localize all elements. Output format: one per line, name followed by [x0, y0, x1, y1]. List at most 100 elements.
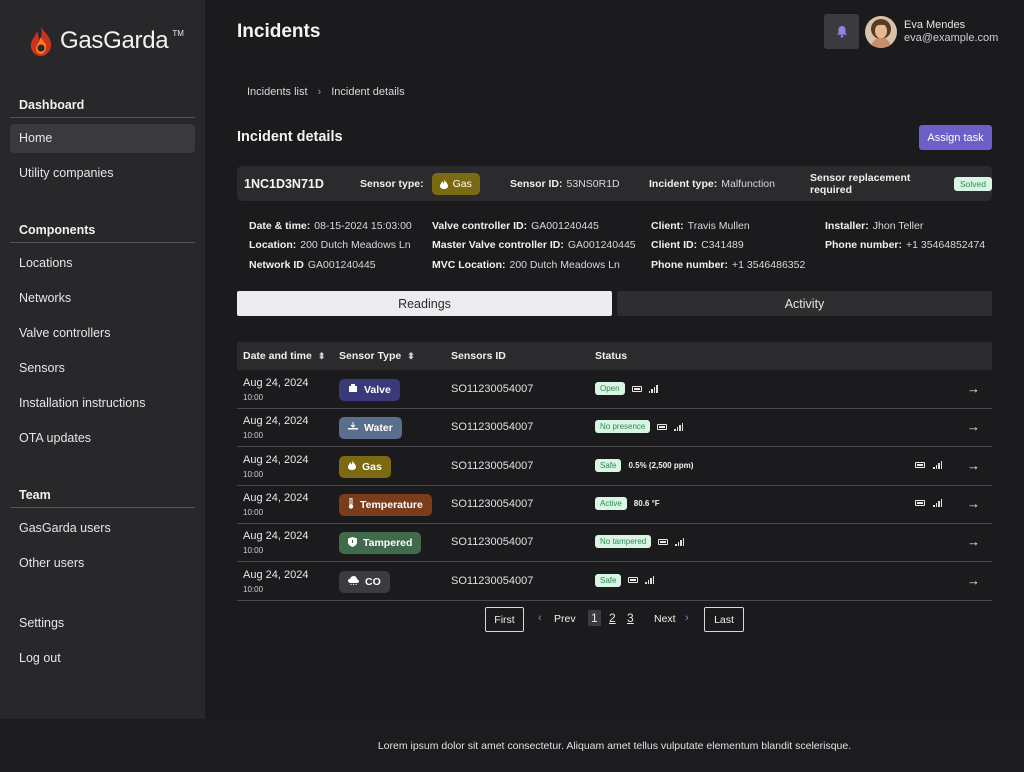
detail-value: C341489 — [701, 239, 744, 251]
tab-readings[interactable]: Readings — [237, 291, 612, 316]
thermometer-icon — [348, 497, 354, 512]
sidebar-item-gasgarda-users[interactable]: GasGarda users — [10, 514, 195, 543]
arrow-right-icon[interactable]: → — [967, 419, 980, 434]
sidebar-item-log-out[interactable]: Log out — [10, 644, 195, 673]
arrow-right-icon[interactable]: → — [967, 496, 980, 511]
table-row[interactable]: Aug 24, 2024 10:00 Temperature SO1123005400… — [237, 486, 992, 524]
detail-master-valve: Master Valve controller ID: GA001240445 — [432, 239, 636, 251]
column-sensor-type[interactable]: Sensor Type ⬍ — [339, 342, 415, 370]
detail-valve: Valve controller ID: GA001240445 — [432, 220, 599, 232]
breadcrumb-incidents-list[interactable]: Incidents list — [247, 86, 308, 98]
sidebar-item-other-users[interactable]: Other users — [10, 549, 195, 578]
detail-label: Master Valve controller ID: — [432, 239, 564, 251]
flame-icon — [348, 460, 356, 473]
status-badge: Safe — [595, 573, 622, 587]
sidebar-item-networks[interactable]: Networks — [10, 284, 195, 313]
incident-type-label: Incident type: — [649, 177, 718, 190]
sidebar-item-home[interactable]: Home — [10, 124, 195, 153]
row-sensor-id: SO11230054007 — [451, 497, 534, 510]
row-time: 10:00 — [243, 546, 264, 556]
first-page-button[interactable]: First — [485, 607, 524, 632]
row-date: Aug 24, 2024 — [243, 491, 309, 504]
table-row[interactable]: Aug 24, 2024 10:00 Valve SO11230054007 Open → — [237, 371, 992, 409]
page-3[interactable]: 3 — [627, 611, 634, 625]
detail-value: GA001240445 — [567, 239, 636, 251]
row-device-indicators — [915, 498, 942, 507]
reading-value: 0.5% (2,500 ppm) — [628, 460, 694, 470]
notifications-button[interactable] — [824, 14, 859, 49]
detail-value: 08-15-2024 15:03:00 — [314, 220, 412, 232]
column-label: Date and time — [243, 350, 312, 362]
row-time: 10:00 — [243, 469, 264, 479]
table-row[interactable]: Aug 24, 2024 10:00 Tampered SO11230054007 No… — [237, 524, 992, 563]
signal-icon — [674, 422, 684, 431]
next-page-button[interactable]: Next — [654, 613, 676, 625]
detail-label: Location: — [249, 239, 297, 251]
user-email: eva@example.com — [904, 32, 999, 44]
brand-logo[interactable]: GasGarda TM — [26, 24, 184, 58]
status-badge: Open — [595, 382, 625, 395]
row-sensor-id: SO11230054007 — [451, 536, 534, 549]
sidebar-item-installation-instructions[interactable]: Installation instructions — [10, 389, 195, 418]
arrow-right-icon[interactable]: → — [967, 573, 980, 588]
sensor-type-label: Valve — [364, 384, 391, 396]
column-date[interactable]: Date and time ⬍ — [243, 342, 325, 370]
sensor-type-label: Gas — [362, 460, 382, 473]
sidebar-item-locations[interactable]: Locations — [10, 249, 195, 278]
tab-activity[interactable]: Activity — [617, 291, 992, 316]
sidebar-item-utility-companies[interactable]: Utility companies — [10, 159, 195, 188]
chevron-left-icon[interactable]: ‹ — [538, 612, 542, 624]
row-time: 10:00 — [243, 584, 264, 594]
assign-task-button[interactable]: Assign task — [919, 125, 992, 150]
detail-label: Date & time: — [249, 220, 311, 232]
row-date: Aug 24, 2024 — [243, 530, 309, 543]
prev-page-button[interactable]: Prev — [554, 613, 576, 625]
arrow-right-icon[interactable]: → — [967, 458, 980, 473]
sensor-type-label: Temperature — [360, 498, 423, 511]
avatar[interactable] — [865, 16, 897, 48]
signal-icon — [648, 384, 658, 393]
page-2[interactable]: 2 — [609, 611, 616, 625]
sidebar-item-valve-controllers[interactable]: Valve controllers — [10, 319, 195, 348]
sensor-type-chip: Gas — [339, 455, 391, 478]
sidebar-item-settings[interactable]: Settings — [10, 609, 195, 638]
row-sensor-id: SO11230054007 — [451, 421, 534, 434]
detail-label: MVC Location: — [432, 259, 506, 271]
sidebar-item-ota-updates[interactable]: OTA updates — [10, 424, 195, 453]
trademark-mark: TM — [172, 28, 184, 38]
flame-logo-icon — [30, 26, 52, 56]
detail-label: Client: — [651, 220, 684, 232]
table-row[interactable]: Aug 24, 2024 10:00 CO SO11230054007 Safe → — [237, 563, 992, 601]
page-1[interactable]: 1 — [588, 610, 601, 626]
detail-label: Phone number: — [651, 259, 729, 271]
nav-section-dashboard: Dashboard Home Utility companies — [10, 98, 195, 194]
column-status: Status — [595, 342, 627, 370]
replacement-label: Sensor replacement required — [810, 171, 911, 196]
arrow-right-icon[interactable]: → — [967, 381, 980, 396]
signal-icon — [933, 498, 942, 507]
row-date: Aug 24, 2024 — [243, 453, 309, 466]
replacement-status-badge: Solved — [954, 176, 992, 191]
sensor-type-label: Water — [364, 422, 393, 435]
detail-label: Installer: — [825, 220, 869, 232]
sort-icon[interactable]: ⬍ — [318, 351, 326, 362]
sort-icon[interactable]: ⬍ — [407, 351, 415, 362]
row-status: Open — [595, 382, 658, 395]
row-sensor-id: SO11230054007 — [451, 383, 534, 395]
row-status: Active 80.6 °F — [595, 496, 660, 510]
arrow-right-icon[interactable]: → — [967, 534, 980, 549]
bell-icon — [836, 26, 847, 38]
signal-icon — [933, 460, 942, 469]
battery-icon — [628, 577, 639, 583]
table-row[interactable]: Aug 24, 2024 10:00 Gas SO11230054007 Safe 0.5… — [237, 448, 992, 486]
row-status: No presence — [595, 420, 684, 434]
detail-client: Client: Travis Mullen — [651, 220, 750, 232]
detail-location: Location: 200 Dutch Meadows Ln — [249, 239, 411, 251]
detail-label: Phone number: — [825, 239, 903, 251]
table-row[interactable]: Aug 24, 2024 10:00 Water SO11230054007 No pr… — [237, 409, 992, 448]
last-page-button[interactable]: Last — [704, 607, 744, 632]
sidebar-item-sensors[interactable]: Sensors — [10, 354, 195, 383]
sensor-type-label: Sensor type: — [360, 177, 424, 190]
status-badge: Safe — [595, 458, 622, 472]
chevron-right-icon[interactable]: › — [685, 612, 689, 624]
